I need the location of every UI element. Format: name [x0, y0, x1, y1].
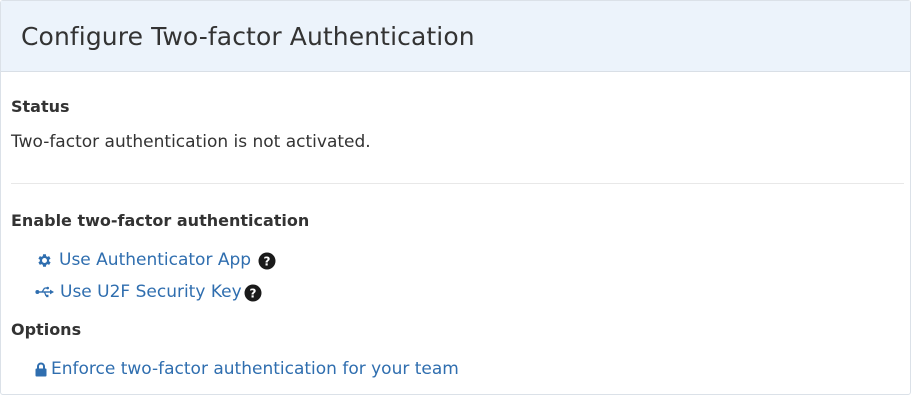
page-title: Configure Two-factor Authentication: [21, 21, 475, 51]
enforce-two-factor-link[interactable]: Enforce two-factor authentication for yo…: [35, 359, 459, 379]
panel-header: Configure Two-factor Authentication: [1, 1, 910, 72]
status-heading: Status: [11, 97, 70, 116]
use-u2f-security-key-label: Use U2F Security Key: [60, 282, 242, 302]
question-circle-icon[interactable]: ?: [244, 284, 262, 302]
question-circle-icon[interactable]: ?: [258, 252, 276, 270]
status-text: Two-factor authentication is not activat…: [11, 132, 371, 152]
section-divider: [11, 183, 904, 184]
enforce-two-factor-label: Enforce two-factor authentication for yo…: [51, 359, 459, 379]
svg-text:?: ?: [264, 255, 271, 269]
options-heading: Options: [11, 320, 82, 339]
enable-heading: Enable two-factor authentication: [11, 211, 310, 230]
lock-icon: [35, 362, 47, 377]
usb-icon: [35, 285, 54, 299]
use-authenticator-app-label: Use Authenticator App: [59, 250, 252, 270]
use-authenticator-app-link[interactable]: Use Authenticator App: [36, 250, 251, 270]
use-u2f-security-key-link[interactable]: Use U2F Security Key: [35, 282, 242, 302]
svg-text:?: ?: [250, 287, 257, 301]
gear-icon: [36, 252, 53, 269]
two-factor-panel: Configure Two-factor Authentication: [0, 0, 911, 395]
